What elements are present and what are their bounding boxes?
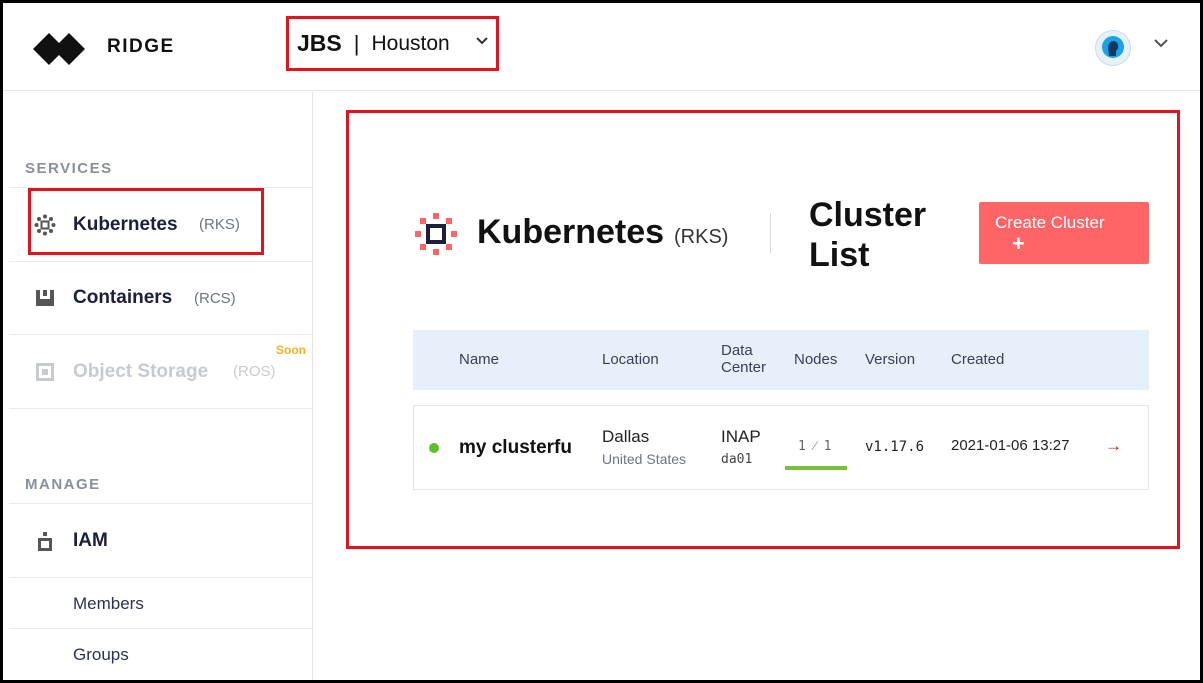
cluster-datacenter-code: da01 [721,452,753,467]
user-menu-chevron-icon[interactable] [1153,38,1169,48]
brand-name: RIDGE [107,36,175,57]
cluster-name[interactable]: my clusterfu [459,437,572,459]
chevron-down-icon [476,37,488,45]
column-header-created: Created [951,351,1005,368]
table-header: Name Location Data Center Nodes Version … [413,330,1149,390]
containers-icon [33,286,57,310]
org-location-selector[interactable]: JBS | Houston [286,16,499,71]
cluster-datacenter-name: INAP [721,427,761,446]
cluster-location-city: Dallas [602,427,650,446]
manage-section-label: MANAGE [25,476,101,493]
title-divider [770,213,771,253]
user-head-icon [1102,36,1124,58]
table-row[interactable]: my clusterfu Dallas United States INAP d… [413,405,1149,490]
cluster-nodes: 1 ⁄ 1 [798,439,832,454]
nodes-progress-fill [785,466,847,470]
sidebar-item-label: Groups [73,645,129,664]
column-header-location: Location [602,351,659,368]
kubernetes-icon [33,213,57,237]
ridge-logo[interactable]: RIDGE [31,27,175,67]
column-header-data-center: Data Center [721,342,767,376]
arrow-right-icon[interactable]: → [1105,436,1122,456]
sidebar-item-iam[interactable]: IAM [9,503,312,577]
column-header-name: Name [459,351,500,368]
kubernetes-title-icon [415,213,457,255]
nodes-progress-bar [785,466,847,470]
cluster-version: v1.17.6 [865,439,925,455]
sidebar-item-label: Members [73,594,144,613]
cluster-created: 2021-01-06 13:27 [951,437,1070,454]
user-avatar[interactable] [1095,30,1131,66]
sidebar-item-groups[interactable]: Groups [9,628,312,680]
sidebar-item-label: IAM [73,529,108,551]
ridge-logo-icon [33,33,85,65]
sidebar-item-label: Containers [73,287,173,308]
sidebar-divider [9,408,312,409]
soon-badge: Soon [276,343,306,357]
app-frame: RIDGE JBS | Houston SERVICES Kubernetes … [0,0,1203,683]
sidebar-item-object-storage[interactable]: Object Storage (ROS) Soon [9,334,312,408]
create-cluster-button[interactable]: Create Cluster + [979,202,1149,264]
column-header-nodes: Nodes [794,351,838,368]
services-section-label: SERVICES [25,160,113,177]
sidebar-item-kubernetes[interactable]: Kubernetes (RKS) [9,187,312,261]
create-cluster-label: Create Cluster [995,213,1105,232]
cluster-location-country: United States [602,451,687,467]
page-title-sub: (RKS) [674,226,729,248]
iam-icon [33,529,57,553]
column-header-version: Version [865,351,916,368]
plus-icon: + [1012,231,1025,256]
org-name: JBS [297,30,342,56]
cluster-list-heading: Cluster List [809,196,927,274]
cluster-list-panel: Kubernetes (RKS) Cluster List Create Clu… [346,110,1180,549]
org-separator: | [353,30,360,56]
top-header: RIDGE JBS | Houston [3,3,1200,91]
page-title: Kubernetes [477,213,665,251]
sidebar-item-containers[interactable]: Containers (RCS) [9,261,312,334]
org-location: Houston [371,31,450,55]
sidebar-item-sublabel: (ROS) [233,363,276,380]
sidebar-item-members[interactable]: Members [9,577,312,628]
sidebar: SERVICES Kubernetes (RKS) Containers (RC… [3,92,313,680]
object-storage-icon [33,360,57,384]
status-indicator [429,443,439,453]
sidebar-item-label: Object Storage [73,360,209,382]
sidebar-item-label: Kubernetes [73,213,178,235]
sidebar-item-sublabel: (RCS) [194,290,236,307]
sidebar-item-sublabel: (RKS) [199,216,240,233]
